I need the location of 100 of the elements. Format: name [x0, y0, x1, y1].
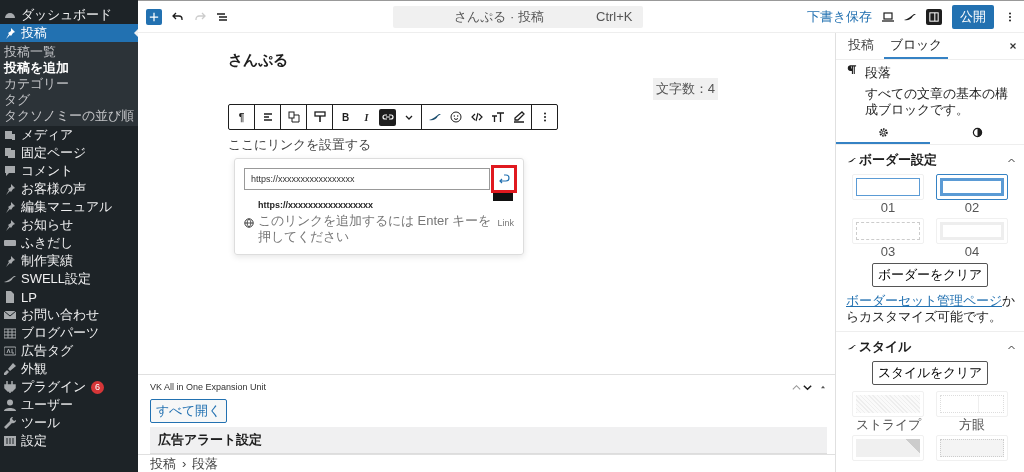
suggestion-url: https://xxxxxxxxxxxxxxxxx	[258, 200, 375, 210]
link-icon	[381, 111, 394, 123]
clear-style-button[interactable]: スタイルをクリア	[872, 361, 988, 385]
globe-icon	[244, 217, 254, 228]
transform-icon	[287, 111, 300, 123]
sidebar-item[interactable]: 外観	[0, 360, 138, 378]
metabox-title: VK All in One Expansion Unit	[150, 382, 268, 392]
sidebar-item[interactable]: ツール	[0, 414, 138, 432]
sidebar-item[interactable]: 設定	[0, 432, 138, 450]
sidebar-item[interactable]: お問い合わせ	[0, 306, 138, 324]
sidebar-item[interactable]: ユーザー	[0, 396, 138, 414]
submit-button[interactable]	[494, 168, 514, 190]
settings-toggle-button[interactable]	[926, 8, 942, 25]
pin-icon	[4, 27, 16, 39]
sidebar-item[interactable]: メディア	[0, 126, 138, 144]
word-count: 文字数：4	[652, 78, 718, 100]
post-title[interactable]: さんぷる	[228, 51, 718, 70]
sidebar-item[interactable]: LP	[0, 288, 138, 306]
sidebar-item[interactable]: コメント	[0, 162, 138, 180]
preview-button[interactable]	[882, 10, 894, 23]
sidebar-item[interactable]: プラグイン 6	[0, 378, 138, 396]
sidebar-item[interactable]: ブログパーツ	[0, 324, 138, 342]
command-bar[interactable]: さんぷる · 投稿 Ctrl+K	[392, 5, 643, 28]
envelope-icon	[4, 309, 16, 321]
undo-icon	[172, 10, 184, 23]
plug-icon	[4, 381, 16, 393]
pages-icon	[4, 147, 16, 159]
paragraph-text[interactable]: ここにリンクを設置する	[228, 136, 718, 154]
suggestion-type: Link	[497, 217, 514, 228]
grid-icon	[4, 327, 16, 339]
url-input-field[interactable]: https://xxxxxxxxxxxxxxxxx	[244, 168, 490, 190]
document-icon	[4, 291, 16, 303]
smiley-button[interactable]	[447, 108, 464, 126]
save-draft-link[interactable]: 下書き保存	[807, 7, 872, 26]
highlighter-icon	[512, 111, 525, 123]
count-badge: 6	[91, 380, 104, 394]
panel-tab[interactable]: 投稿	[842, 33, 880, 59]
sidebar-item[interactable]: 投稿	[0, 24, 138, 42]
transform-button[interactable]	[285, 108, 302, 126]
format-button[interactable]: B	[337, 108, 354, 126]
option-label: ストライプ	[854, 417, 923, 432]
option-label: 02	[963, 200, 981, 215]
user-icon	[4, 399, 16, 411]
sliders-icon	[4, 435, 16, 447]
list-icon	[216, 10, 228, 23]
comment-icon	[4, 165, 16, 177]
close-icon	[1008, 41, 1018, 51]
settings-section-header[interactable]: 広告アラート設定	[150, 427, 827, 454]
sidebar-item[interactable]: 固定ページ	[0, 144, 138, 162]
clear-border-button[interactable]: ボーダーをクリア	[872, 263, 988, 287]
expand-all-button[interactable]: すべて開く	[150, 399, 227, 423]
option-label: 03	[879, 244, 897, 259]
sidebar-item[interactable]: ふきだし	[0, 234, 138, 252]
smiley-icon	[449, 111, 462, 123]
link-button[interactable]	[379, 108, 396, 126]
redo-icon	[194, 10, 206, 23]
submenu-item[interactable]: タクソノミーの並び順	[0, 108, 138, 124]
option-label: 01	[879, 200, 897, 215]
submenu-item[interactable]: 投稿一覧	[0, 44, 138, 60]
submenu-item[interactable]: 投稿を追加	[0, 60, 138, 76]
code-icon	[470, 111, 483, 123]
publish-button[interactable]: 公開	[952, 4, 994, 29]
sidebar-item[interactable]: 制作実績	[0, 252, 138, 270]
sidebar-item[interactable]: お知らせ	[0, 216, 138, 234]
sidebar-item[interactable]: 広告タグ	[0, 342, 138, 360]
panel-tab[interactable]: ブロック	[884, 33, 948, 59]
sidebar-item[interactable]: お客様の声	[0, 180, 138, 198]
border-set-link[interactable]: ボーダーセット管理ページ	[846, 293, 1002, 308]
breadcrumb-item[interactable]: 段落	[192, 455, 219, 472]
brush-icon	[4, 363, 16, 375]
sidebar-item[interactable]: 編集マニュアル	[0, 198, 138, 216]
format-button[interactable]: ¶	[233, 108, 250, 126]
gear-icon	[877, 126, 889, 138]
submenu-item[interactable]: カテゴリー	[0, 76, 138, 92]
pilcrow-icon	[846, 64, 857, 75]
plus-icon	[149, 11, 159, 22]
text-size-icon	[491, 111, 504, 123]
paint-roller-icon	[313, 111, 326, 123]
link-suggestion[interactable]: https://xxxxxxxxxxxxxxxxx このリンクを追加するには Enter キーを押してください Link	[244, 200, 514, 245]
pin-icon	[4, 183, 16, 195]
align-icon	[261, 111, 274, 123]
border-option[interactable]	[936, 174, 1008, 200]
option-label: 方眼	[958, 417, 986, 432]
submenu-item[interactable]: タグ	[0, 92, 138, 108]
ad-icon	[4, 345, 16, 357]
section-title: スタイル	[859, 338, 911, 356]
sidebar-item[interactable]: SWELL設定	[0, 270, 138, 288]
breadcrumb-separator: ›	[182, 456, 187, 471]
media-icon	[4, 129, 16, 141]
help-text: ボーダーセット管理ページからカスタマイズ可能です。	[836, 287, 1024, 332]
undo-button[interactable]	[172, 10, 184, 23]
breadcrumb-item[interactable]: 投稿	[150, 455, 176, 472]
add-block-button[interactable]	[146, 8, 162, 25]
list-view-button[interactable]	[216, 10, 228, 23]
section-title: ボーダー設定	[859, 151, 937, 169]
return-arrow-icon	[498, 173, 510, 185]
format-button[interactable]: I	[358, 108, 375, 126]
sidebar-item[interactable]: ダッシュボード	[0, 6, 138, 24]
close-button[interactable]	[1008, 41, 1018, 51]
laptop-icon	[882, 10, 894, 23]
